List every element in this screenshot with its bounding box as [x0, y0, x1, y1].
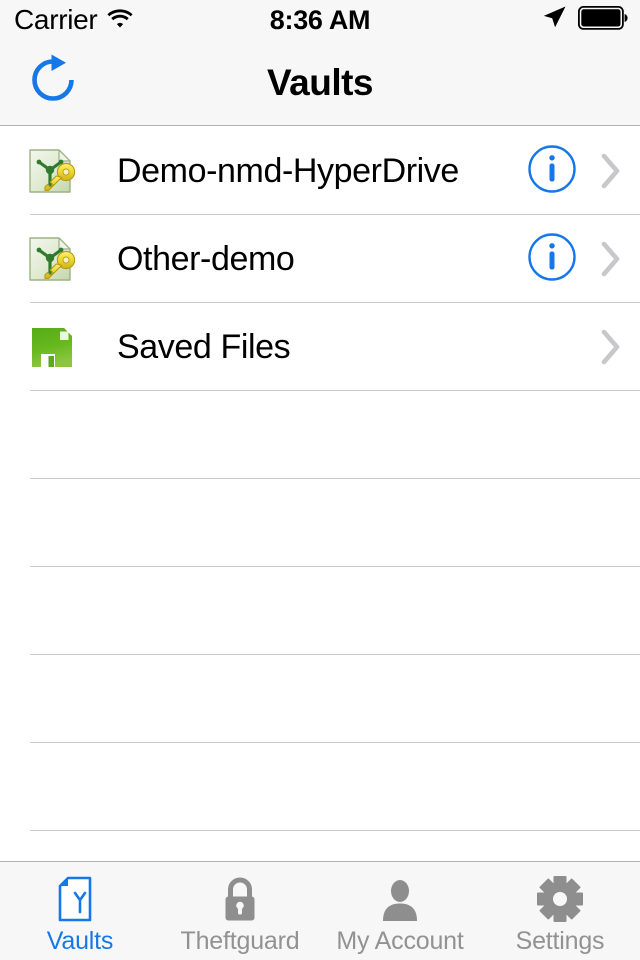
tab-theftguard[interactable]: Theftguard [160, 862, 320, 960]
table-row[interactable]: Demo-nmd-HyperDrive [0, 127, 640, 215]
tab-vaults[interactable]: Vaults [0, 862, 160, 960]
location-arrow-icon [542, 5, 567, 35]
tab-label: Settings [515, 926, 605, 955]
vault-key-document-icon [22, 142, 80, 200]
status-bar-right [542, 0, 628, 40]
info-circle-icon [527, 144, 577, 199]
empty-row [0, 479, 640, 567]
disclosure-chevron-icon[interactable] [596, 145, 626, 197]
carrier-label: Carrier [14, 4, 98, 35]
tab-label: My Account [336, 926, 464, 955]
navigation-bar: Vaults [0, 40, 640, 126]
tab-my-account[interactable]: My Account [320, 862, 480, 960]
person-icon [375, 875, 425, 925]
empty-row [0, 391, 640, 479]
tab-bar: Vaults Theftguard My Account Settings [0, 861, 640, 960]
status-bar-left: Carrier [14, 4, 134, 35]
row-accessories [526, 127, 640, 215]
empty-row [0, 655, 640, 743]
padlock-icon [215, 875, 265, 925]
row-accessories [526, 215, 640, 303]
vault-document-icon [55, 875, 105, 925]
vault-key-document-icon [22, 230, 80, 288]
page-title: Vaults [267, 61, 374, 103]
row-label: Saved Files [117, 327, 291, 366]
tab-settings[interactable]: Settings [480, 862, 640, 960]
app-screen: Carrier 8:36 AM Vaults Demo-nmd-HyperDri… [0, 0, 640, 960]
row-label: Other-demo [117, 239, 295, 278]
empty-row [0, 567, 640, 655]
floppy-disk-icon [22, 318, 80, 376]
battery-full-icon [577, 5, 628, 35]
table-row[interactable]: Other-demo [0, 215, 640, 303]
gear-icon [535, 875, 585, 925]
status-bar: Carrier 8:36 AM [0, 0, 640, 40]
row-accessories [596, 303, 640, 391]
tab-label: Vaults [46, 926, 114, 955]
disclosure-chevron-icon[interactable] [596, 321, 626, 373]
tab-label: Theftguard [180, 926, 300, 955]
row-label: Demo-nmd-HyperDrive [117, 151, 459, 190]
table-row[interactable]: Saved Files [0, 303, 640, 391]
info-button[interactable] [526, 144, 578, 199]
disclosure-chevron-icon[interactable] [596, 233, 626, 285]
clock-label: 8:36 AM [269, 4, 371, 35]
wifi-icon [107, 8, 134, 33]
info-circle-icon [527, 232, 577, 287]
empty-row [0, 743, 640, 831]
vault-list[interactable]: Demo-nmd-HyperDrive Other-demo Saved Fil… [0, 127, 640, 919]
info-button[interactable] [526, 232, 578, 287]
